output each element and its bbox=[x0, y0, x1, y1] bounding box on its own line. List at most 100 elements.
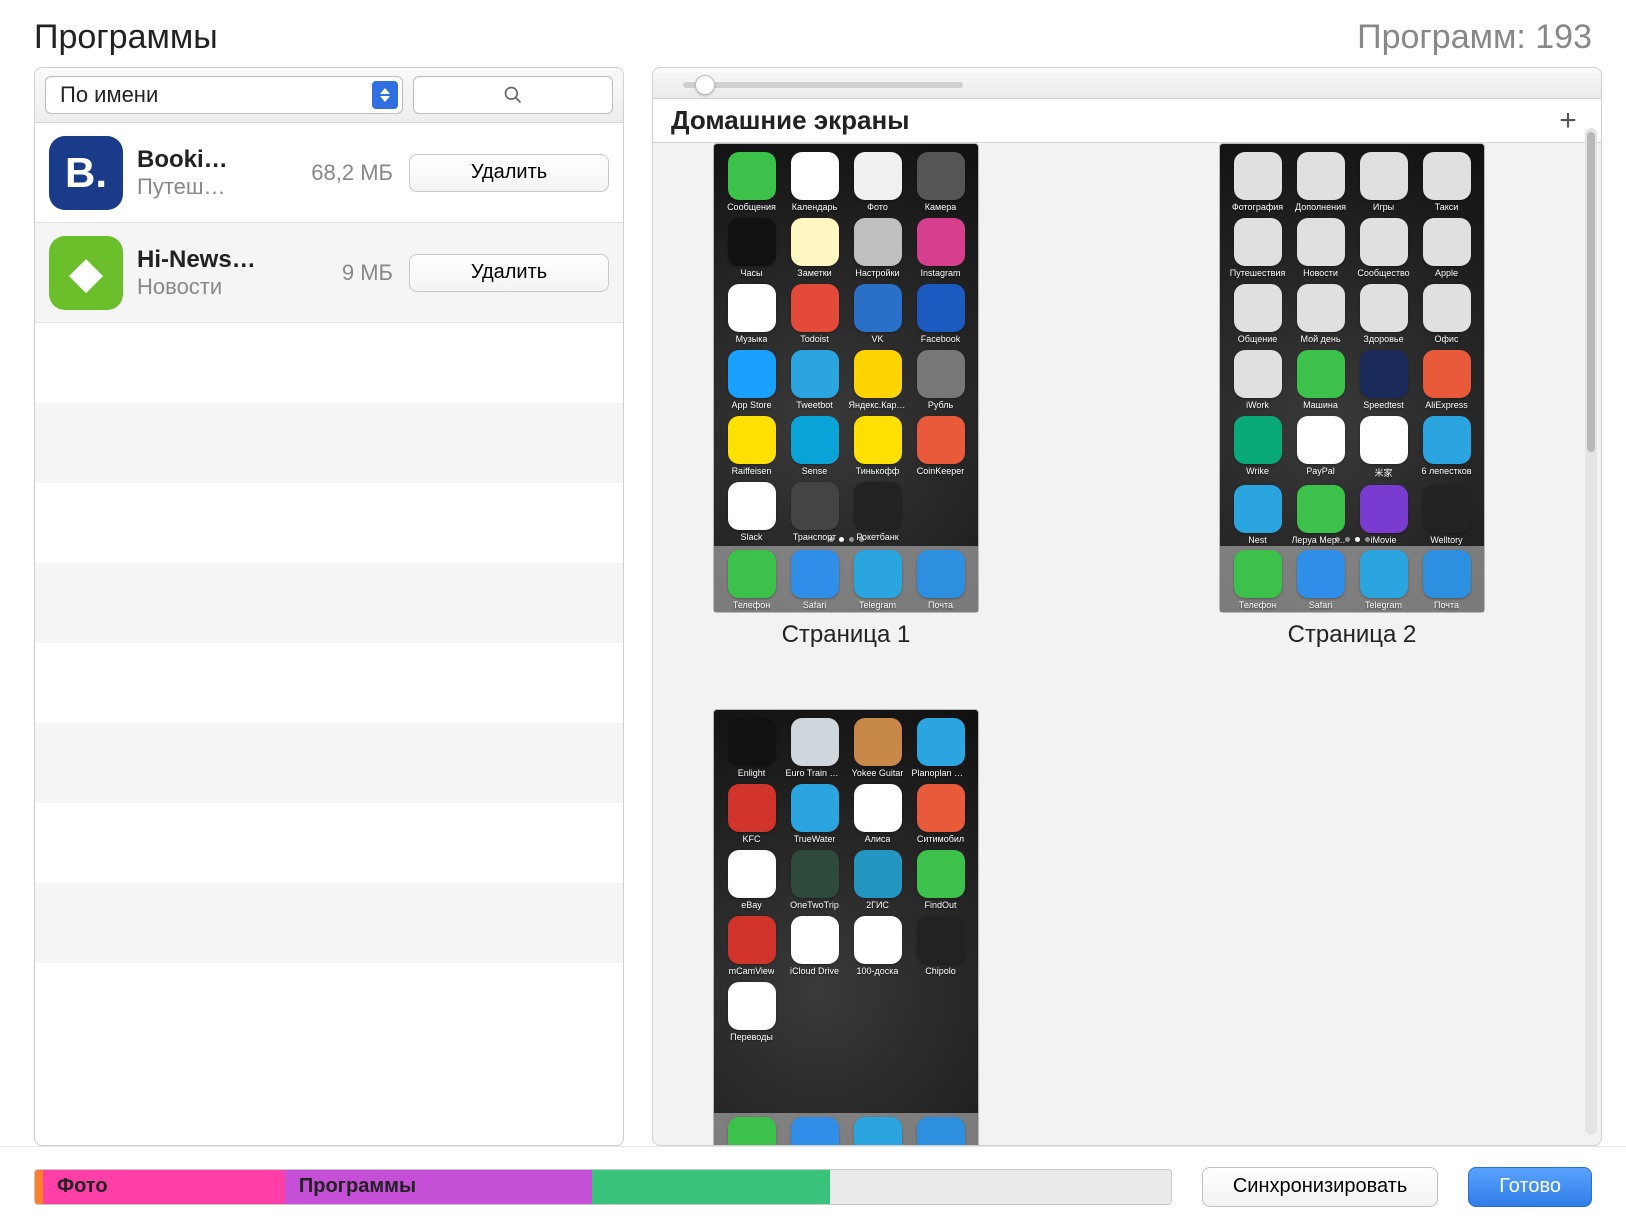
app-icon-cell: TrueWater bbox=[785, 784, 844, 844]
app-icon-cell: Машина bbox=[1291, 350, 1350, 410]
app-icon-cell: Переводы bbox=[722, 982, 781, 1042]
app-icon-cell: iCloud Drive bbox=[785, 916, 844, 976]
apps-panel: По имени B. Booki… Путеш… 68,2 МБ Удалит… bbox=[34, 67, 624, 1146]
app-icon-cell: Planoplan GO! bbox=[911, 718, 970, 778]
zoom-slider[interactable] bbox=[683, 82, 963, 88]
app-icon-cell: 6 лепестков bbox=[1417, 416, 1476, 479]
screen-label: Страница 1 bbox=[782, 621, 911, 649]
app-icon-cell: Instagram bbox=[911, 218, 970, 278]
dock: ТелефонSafariTelegramПочта bbox=[714, 546, 978, 612]
storage-segment bbox=[592, 1170, 831, 1204]
app-icon-cell: Офис bbox=[1417, 284, 1476, 344]
app-icon-cell: Speedtest bbox=[1354, 350, 1413, 410]
app-icon-cell: FindOut bbox=[911, 850, 970, 910]
app-icon-cell: KFC bbox=[722, 784, 781, 844]
done-button[interactable]: Готово bbox=[1468, 1167, 1592, 1207]
dock-icon: Почта bbox=[911, 550, 970, 610]
phone-preview[interactable]: EnlightEuro Train SimYokee GuitarPlanopl… bbox=[713, 709, 979, 1145]
home-screen[interactable]: ФотографияДополненияИгрыТаксиПутешествия… bbox=[1219, 143, 1485, 649]
app-category: Новости bbox=[137, 274, 257, 300]
dock-icon: Телефон bbox=[1228, 550, 1287, 610]
sync-button[interactable]: Синхронизировать bbox=[1202, 1167, 1438, 1207]
app-icon-cell: App Store bbox=[722, 350, 781, 410]
app-icon-cell: Мой день bbox=[1291, 284, 1350, 344]
app-icon-cell bbox=[911, 982, 970, 1042]
app-size: 9 МБ bbox=[273, 260, 393, 286]
list-stripe bbox=[35, 723, 623, 803]
scrollbar-thumb[interactable] bbox=[1587, 132, 1595, 452]
scrollbar[interactable] bbox=[1585, 128, 1597, 1135]
app-icon-cell: Ситимобил bbox=[911, 784, 970, 844]
dock-icon bbox=[722, 1117, 781, 1145]
app-icon-cell: Yokee Guitar bbox=[848, 718, 907, 778]
app-remove-button[interactable]: Удалить bbox=[409, 154, 609, 192]
footer: ФотоПрограммы Синхронизировать Готово bbox=[0, 1146, 1626, 1226]
app-icon-cell: Камера bbox=[911, 152, 970, 212]
app-icon-cell: Sense bbox=[785, 416, 844, 476]
dock-icon: Почта bbox=[1417, 550, 1476, 610]
app-icon-cell: Такси bbox=[1417, 152, 1476, 212]
app-icon-cell: AliExpress bbox=[1417, 350, 1476, 410]
page-title: Программы bbox=[34, 18, 218, 57]
sort-select[interactable]: По имени bbox=[45, 76, 403, 114]
app-icon-cell: Facebook bbox=[911, 284, 970, 344]
page-dots bbox=[714, 537, 978, 542]
phone-preview[interactable]: СообщенияКалендарьФотоКамераЧасыЗаметкиН… bbox=[713, 143, 979, 613]
list-stripe bbox=[35, 483, 623, 563]
app-icon-cell: Дополнения bbox=[1291, 152, 1350, 212]
app-icon-cell: VK bbox=[848, 284, 907, 344]
app-remove-button[interactable]: Удалить bbox=[409, 254, 609, 292]
dock-icon bbox=[848, 1117, 907, 1145]
app-row[interactable]: ◆ Hi-News… Новости 9 МБ Удалить bbox=[35, 223, 623, 323]
app-icon-cell: iWork bbox=[1228, 350, 1287, 410]
home-screen[interactable]: СообщенияКалендарьФотоКамераЧасыЗаметкиН… bbox=[713, 143, 979, 649]
section-title: Домашние экраны bbox=[671, 105, 909, 136]
dock bbox=[714, 1113, 978, 1145]
app-icon-cell: Часы bbox=[722, 218, 781, 278]
app-icon-cell: Настройки bbox=[848, 218, 907, 278]
add-screen-button[interactable]: + bbox=[1553, 106, 1583, 136]
page-dots bbox=[1220, 537, 1484, 542]
app-name: Booki… bbox=[137, 146, 273, 174]
dock-icon: Telegram bbox=[848, 550, 907, 610]
app-icon-cell: OneTwoTrip bbox=[785, 850, 844, 910]
app-icon-cell: Todoist bbox=[785, 284, 844, 344]
phone-preview[interactable]: ФотографияДополненияИгрыТаксиПутешествия… bbox=[1219, 143, 1485, 613]
list-stripe bbox=[35, 883, 623, 963]
app-category: Путеш… bbox=[137, 174, 257, 200]
app-icon-cell: Tweetbot bbox=[785, 350, 844, 410]
home-screens-panel: Домашние экраны + СообщенияКалендарьФото… bbox=[652, 67, 1602, 1146]
app-icon-cell: CoinKeeper bbox=[911, 416, 970, 476]
storage-segment bbox=[830, 1170, 1171, 1204]
dock-icon: Safari bbox=[785, 550, 844, 610]
search-button[interactable] bbox=[413, 76, 613, 114]
app-icon-cell: Nest bbox=[1228, 485, 1287, 545]
app-icon-cell: Фото bbox=[848, 152, 907, 212]
app-icon-cell: Здоровье bbox=[1354, 284, 1413, 344]
app-icon-cell bbox=[911, 482, 970, 542]
app-icon-cell: Apple bbox=[1417, 218, 1476, 278]
list-stripe bbox=[35, 643, 623, 723]
app-icon-cell: Enlight bbox=[722, 718, 781, 778]
app-row[interactable]: B. Booki… Путеш… 68,2 МБ Удалить bbox=[35, 123, 623, 223]
dock-icon: Telegram bbox=[1354, 550, 1413, 610]
app-icon-cell: Леруа Мерлен bbox=[1291, 485, 1350, 545]
app-icon-cell bbox=[785, 982, 844, 1042]
app-icon-cell: mCamView bbox=[722, 916, 781, 976]
dock-icon bbox=[785, 1117, 844, 1145]
app-icon-cell: Рубль bbox=[911, 350, 970, 410]
home-screen[interactable]: EnlightEuro Train SimYokee GuitarPlanopl… bbox=[713, 709, 979, 1145]
dock-icon: Safari bbox=[1291, 550, 1350, 610]
zoom-bar bbox=[653, 68, 1601, 99]
list-stripe bbox=[35, 563, 623, 643]
dock-icon bbox=[911, 1117, 970, 1145]
sort-select-label: По имени bbox=[60, 82, 158, 108]
app-icon-cell: Raiffeisen bbox=[722, 416, 781, 476]
app-icon-cell: Транспорт bbox=[785, 482, 844, 542]
zoom-thumb[interactable] bbox=[695, 75, 715, 95]
search-icon bbox=[503, 85, 523, 105]
app-icon-cell: Заметки bbox=[785, 218, 844, 278]
app-list: B. Booki… Путеш… 68,2 МБ Удалить ◆ Hi-Ne… bbox=[35, 123, 623, 1145]
app-icon-cell: Фотография bbox=[1228, 152, 1287, 212]
dock: ТелефонSafariTelegramПочта bbox=[1220, 546, 1484, 612]
